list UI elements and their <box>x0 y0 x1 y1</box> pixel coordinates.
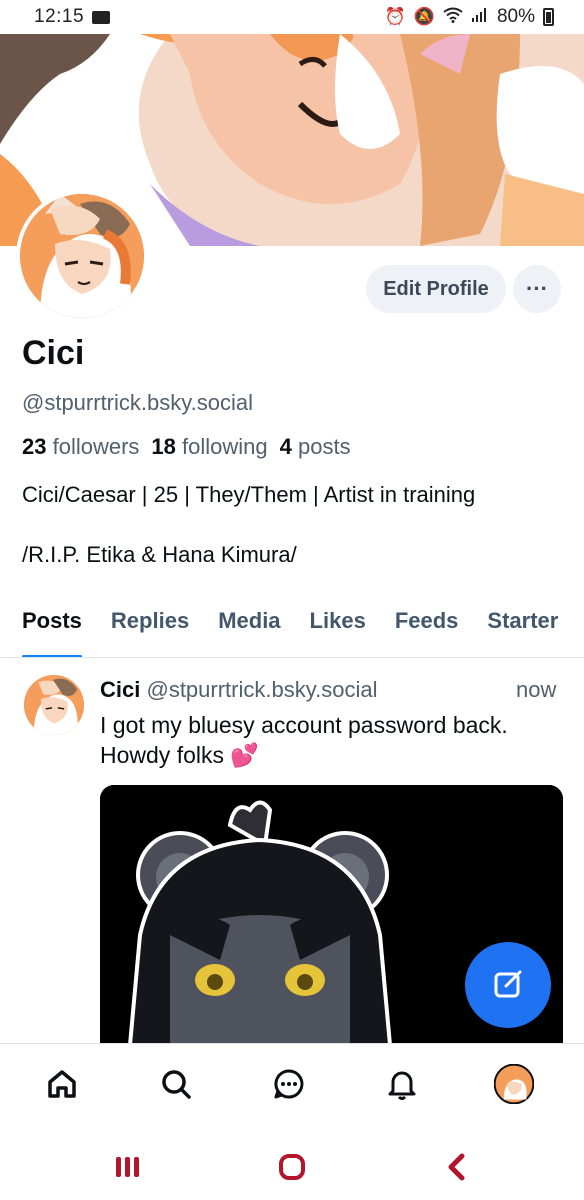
post-author-avatar[interactable] <box>24 675 84 735</box>
home-icon[interactable] <box>40 1062 84 1106</box>
home-button-icon[interactable] <box>272 1151 312 1183</box>
back-icon[interactable] <box>436 1151 476 1183</box>
post-header: Cici @stpurrtrick.bsky.social <box>100 677 564 703</box>
post-text: I got my bluesy account password back. H… <box>100 712 508 768</box>
mail-icon <box>92 10 111 24</box>
signal-icon <box>471 7 489 28</box>
profile-avatar[interactable] <box>492 1062 536 1106</box>
chat-icon[interactable] <box>267 1062 311 1106</box>
post-timestamp[interactable]: now <box>516 677 556 703</box>
posts-stat: 4 posts <box>279 434 351 459</box>
following-stat[interactable]: 18 following <box>151 434 267 460</box>
profile-handle: @stpurrtrick.bsky.social <box>22 390 253 415</box>
compose-icon <box>492 968 524 1003</box>
system-navigation <box>0 1133 584 1200</box>
profile-tabs: Posts Replies Media Likes Feeds Starter <box>0 596 584 658</box>
battery-icon <box>543 8 554 26</box>
compose-post-button[interactable] <box>465 942 551 1028</box>
tab-starter[interactable]: Starter <box>487 596 558 657</box>
profile-avatar[interactable] <box>16 190 148 322</box>
tab-likes[interactable]: Likes <box>310 596 366 657</box>
tab-posts[interactable]: Posts <box>22 596 82 657</box>
tab-replies[interactable]: Replies <box>111 596 189 657</box>
bio-line-1: Cici/Caesar | 25 | They/Them | Artist in… <box>22 482 476 507</box>
edit-profile-button[interactable]: Edit Profile <box>366 265 506 313</box>
wifi-icon <box>443 7 463 28</box>
more-options-button[interactable]: ··· <box>513 265 561 313</box>
bottom-navigation <box>0 1043 584 1133</box>
tab-feeds[interactable]: Feeds <box>395 596 459 657</box>
battery-percent: 80% <box>496 6 535 27</box>
status-icons: ⏰ 🔕 80% <box>385 6 554 28</box>
status-bar: 12:15 ⏰ 🔕 80% <box>0 0 584 34</box>
bio-line-2: /R.I.P. Etika & Hana Kimura/ <box>22 542 297 567</box>
recent-apps-icon[interactable] <box>108 1151 148 1183</box>
status-time: 12:15 <box>34 6 85 27</box>
profile-stats: 23 followers 18 following 4 posts <box>22 434 351 460</box>
avatar-image <box>20 194 144 318</box>
post-author-name[interactable]: Cici <box>100 677 140 702</box>
alarm-icon: ⏰ <box>384 7 406 26</box>
search-icon[interactable] <box>154 1062 198 1106</box>
profile-name: Cici <box>22 334 85 372</box>
followers-stat[interactable]: 23 followers <box>22 434 139 460</box>
post-author-handle[interactable]: @stpurrtrick.bsky.social <box>146 677 377 702</box>
mute-icon: 🔕 <box>413 7 435 26</box>
tab-media[interactable]: Media <box>218 596 280 657</box>
bell-icon[interactable] <box>380 1062 424 1106</box>
